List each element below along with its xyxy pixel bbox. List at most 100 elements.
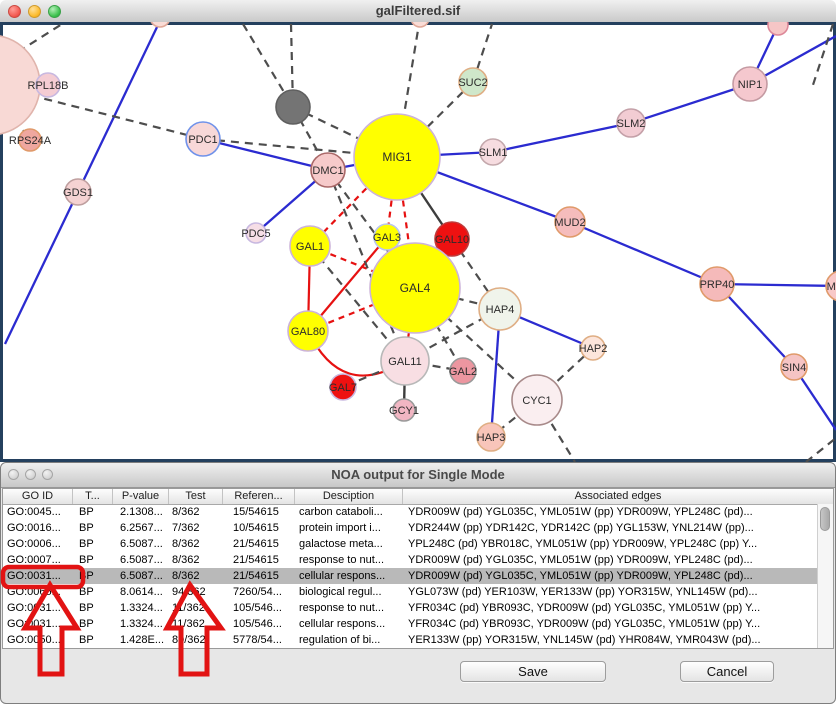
cell-reference: 15/54615 (223, 504, 295, 520)
cell-type: BP (73, 584, 113, 600)
edge (631, 84, 750, 123)
column-header-go-id[interactable]: GO ID (3, 489, 73, 504)
cell-go-id: GO:0031... (3, 600, 73, 616)
cell-type: BP (73, 568, 113, 584)
cell-go-id: GO:0006... (3, 536, 73, 552)
noa-window-title: NOA output for Single Mode (1, 467, 835, 482)
cell-go-id: GO:0007... (3, 552, 73, 568)
node-label-dmc1: DMC1 (312, 165, 343, 177)
table-row[interactable]: GO:0050...BP1.428E...80/3625778/54...reg… (3, 632, 818, 648)
node-toppink2[interactable] (411, 22, 429, 27)
node-label-mig1: MIG1 (382, 150, 412, 164)
cell-type: BP (73, 520, 113, 536)
table-header-row[interactable]: GO IDT...P-valueTestReferen...Desciption… (3, 489, 833, 505)
table-row[interactable]: GO:0031...BP6.5087...8/36221/54615cellul… (3, 568, 818, 584)
cell-reference: 21/54615 (223, 568, 295, 584)
cell-test: 8/362 (169, 552, 223, 568)
cell-p-value: 1.3324... (113, 600, 169, 616)
node-gray[interactable] (276, 90, 310, 124)
cell-go-id: GO:0045... (3, 504, 73, 520)
node-label-gal1: GAL1 (296, 241, 324, 253)
node-label-gal11: GAL11 (388, 356, 421, 368)
cell-reference: 5778/54... (223, 632, 295, 648)
table-body: GO:0045...BP2.1308...8/36215/54615carbon… (3, 504, 818, 648)
node-label-slm1: SLM1 (479, 147, 508, 159)
cell-type: BP (73, 504, 113, 520)
column-header-referen-[interactable]: Referen... (223, 489, 295, 504)
cell-go-id: GO:0031... (3, 568, 73, 584)
network-view[interactable]: RPL18BRPS24AGDS1PDC1DMC1MIG1SUC2SLM1SLM2… (0, 22, 836, 462)
column-header-t-[interactable]: T... (73, 489, 113, 504)
cell-associated-edges: YDR009W (pd) YGL035C, YML051W (pp) YDR00… (403, 568, 818, 584)
cell-go-id: GO:0065... (3, 584, 73, 600)
node-label-sin4: SIN4 (782, 362, 806, 374)
cell-reference: 105/546... (223, 616, 295, 632)
vertical-scrollbar[interactable] (817, 504, 833, 648)
node-label-hap4: HAP4 (486, 304, 515, 316)
table-row[interactable]: GO:0006...BP6.5087...8/36221/54615galact… (3, 536, 818, 552)
cell-test: 8/362 (169, 536, 223, 552)
cell-go-id: GO:0050... (3, 632, 73, 648)
node-label-gal3: GAL3 (373, 232, 401, 244)
node-label-pdc5: PDC5 (241, 228, 270, 240)
cell-test: 11/362 (169, 600, 223, 616)
edge (812, 24, 833, 88)
table-row[interactable]: GO:0007...BP6.5087...8/36221/54615respon… (3, 552, 818, 568)
cell-p-value: 6.2567... (113, 520, 169, 536)
network-window-titlebar[interactable]: galFiltered.sif (0, 0, 836, 23)
save-button[interactable]: Save (460, 661, 606, 682)
cell-test: 8/362 (169, 504, 223, 520)
cell-reference: 21/54615 (223, 536, 295, 552)
node-toppink1[interactable] (150, 22, 170, 27)
column-header-test[interactable]: Test (169, 489, 223, 504)
node-label-gcy1: GCY1 (389, 405, 419, 417)
node-label-nip1: NIP1 (738, 79, 762, 91)
node-label-rps24a: RPS24A (9, 135, 52, 147)
edge (570, 222, 717, 284)
node-label-cyc1: CYC1 (522, 395, 551, 407)
column-header-desciption[interactable]: Desciption (295, 489, 403, 504)
cancel-button[interactable]: Cancel (680, 661, 774, 682)
cell-associated-edges: YPL248C (pd) YBR018C, YML051W (pp) YDR00… (403, 536, 818, 552)
node-label-mud2: MUD2 (554, 217, 585, 229)
table-row[interactable]: GO:0016...BP6.2567...7/36210/54615protei… (3, 520, 818, 536)
node-label-slm2: SLM2 (617, 118, 646, 130)
cell-test: 7/362 (169, 520, 223, 536)
cell-reference: 105/546... (223, 600, 295, 616)
cell-associated-edges: YER133W (pp) YOR315W, YNL145W (pd) YHR08… (403, 632, 818, 648)
cell-p-value: 8.0614... (113, 584, 169, 600)
edge (493, 123, 631, 152)
cell-test: 80/362 (169, 632, 223, 648)
scrollbar-thumb[interactable] (820, 507, 830, 531)
node-label-gal80: GAL80 (291, 326, 325, 338)
edge (806, 438, 836, 462)
noa-output-window: NOA output for Single Mode GO IDT...P-va… (0, 462, 836, 704)
cell-associated-edges: YGL073W (pd) YER103W, YER133W (pp) YOR31… (403, 584, 818, 600)
column-header-associated-edges[interactable]: Associated edges (403, 489, 833, 504)
node-label-gal4: GAL4 (400, 281, 431, 295)
cell-description: response to nut... (295, 552, 403, 568)
cell-test: 11/362 (169, 616, 223, 632)
cell-description: cellular respons... (295, 568, 403, 584)
node-label-gal10: GAL10 (435, 234, 469, 246)
cell-type: BP (73, 616, 113, 632)
cell-go-id: GO:0016... (3, 520, 73, 536)
cell-description: response to nut... (295, 600, 403, 616)
cell-associated-edges: YFR034C (pd) YBR093C, YDR009W (pd) YGL03… (403, 616, 818, 632)
table-row[interactable]: GO:0031...BP1.3324...11/362105/546...res… (3, 600, 818, 616)
node-label-rpl18b: RPL18B (28, 80, 69, 92)
node-toppink3[interactable] (768, 22, 788, 35)
table-row[interactable]: GO:0031...BP1.3324...11/362105/546...cel… (3, 616, 818, 632)
column-header-p-value[interactable]: P-value (113, 489, 169, 504)
cell-associated-edges: YFR034C (pd) YBR093C, YDR009W (pd) YGL03… (403, 600, 818, 616)
cell-p-value: 6.5087... (113, 536, 169, 552)
cell-p-value: 1.3324... (113, 616, 169, 632)
cell-description: carbon cataboli... (295, 504, 403, 520)
node-label-pdc1: PDC1 (188, 134, 217, 146)
cell-associated-edges: YDR244W (pp) YDR142C, YDR142C (pp) YGL15… (403, 520, 818, 536)
table-row[interactable]: GO:0065...BP8.0614...94/3627260/54...bio… (3, 584, 818, 600)
node-label-msl5: MSL5 (827, 281, 836, 293)
noa-window-titlebar[interactable]: NOA output for Single Mode (1, 463, 835, 488)
node-label-hap3: HAP3 (477, 432, 506, 444)
table-row[interactable]: GO:0045...BP2.1308...8/36215/54615carbon… (3, 504, 818, 520)
